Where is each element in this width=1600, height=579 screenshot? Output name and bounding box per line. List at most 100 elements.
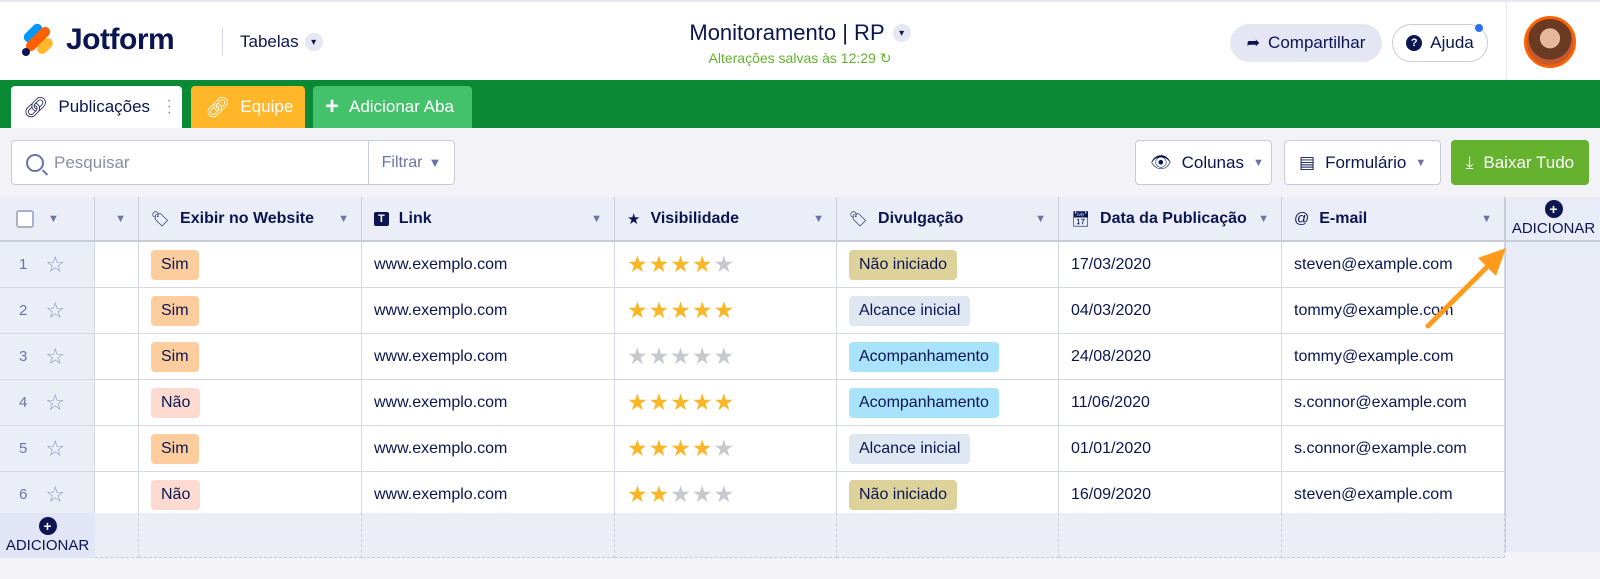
link-cell[interactable]: www.exemplo.com — [362, 288, 615, 334]
star-icon[interactable]: ★ — [670, 481, 692, 507]
empty-cell[interactable] — [1282, 513, 1505, 558]
status-cell[interactable]: Não iniciado — [837, 472, 1059, 518]
star-icon[interactable]: ★ — [692, 481, 714, 507]
star-icon[interactable]: ★ — [692, 251, 714, 277]
add-row-button[interactable]: + ADICIONAR — [0, 513, 95, 558]
star-icon[interactable]: ★ — [670, 251, 692, 277]
star-icon[interactable]: ★ — [714, 481, 736, 507]
empty-cell[interactable] — [615, 513, 837, 558]
table-title[interactable]: Monitoramento | RP ▾ — [689, 20, 911, 46]
star-icon[interactable]: ★ — [649, 251, 671, 277]
form-button[interactable]: ▤ Formulário ▼ — [1284, 140, 1441, 185]
star-icon[interactable]: ★ — [627, 297, 649, 323]
download-all-button[interactable]: ⤓ Baixar Tudo — [1451, 140, 1589, 185]
star-outline-icon[interactable]: ☆ — [45, 390, 65, 416]
add-column-button[interactable]: + ADICIONAR — [1506, 197, 1600, 242]
star-icon[interactable]: ★ — [627, 251, 649, 277]
menu-cell[interactable] — [95, 334, 139, 380]
tab-publicacoes[interactable]: 🔗︎ Publicações · · · — [11, 86, 182, 128]
status-cell[interactable]: Acompanhamento — [837, 380, 1059, 426]
filter-button[interactable]: Filtrar ▼ — [369, 140, 455, 185]
add-tab-button[interactable]: + Adicionar Aba — [313, 86, 472, 128]
star-outline-icon[interactable]: ☆ — [45, 436, 65, 462]
link-cell[interactable]: www.exemplo.com — [362, 380, 615, 426]
help-button[interactable]: ? Ajuda — [1392, 24, 1488, 62]
status-cell[interactable]: Alcance inicial — [837, 288, 1059, 334]
empty-cell[interactable] — [95, 513, 139, 558]
star-icon[interactable]: ★ — [692, 389, 714, 415]
rating-cell[interactable]: ★★★★★ — [615, 242, 837, 288]
rating-cell[interactable]: ★★★★★ — [615, 288, 837, 334]
website-cell[interactable]: Não — [139, 380, 362, 426]
star-icon[interactable]: ★ — [627, 389, 649, 415]
link-cell[interactable]: www.exemplo.com — [362, 334, 615, 380]
status-cell[interactable]: Acompanhamento — [837, 334, 1059, 380]
select-all-checkbox[interactable] — [16, 209, 34, 228]
star-icon[interactable]: ★ — [670, 297, 692, 323]
star-icon[interactable]: ★ — [627, 481, 649, 507]
link-cell[interactable]: www.exemplo.com — [362, 472, 615, 518]
website-cell[interactable]: Sim — [139, 288, 362, 334]
chevron-down-icon[interactable]: ▼ — [48, 213, 59, 225]
star-icon[interactable]: ★ — [714, 343, 736, 369]
star-icon[interactable]: ★ — [692, 435, 714, 461]
star-icon[interactable]: ★ — [670, 389, 692, 415]
star-icon[interactable]: ★ — [692, 297, 714, 323]
empty-cell[interactable] — [1059, 513, 1282, 558]
empty-cell[interactable] — [362, 513, 615, 558]
star-outline-icon[interactable]: ☆ — [45, 298, 65, 324]
star-icon[interactable]: ★ — [714, 435, 736, 461]
rating-cell[interactable]: ★★★★★ — [615, 472, 837, 518]
column-header-status[interactable]: 🏷︎ Divulgação ▼ — [837, 197, 1059, 242]
rating-cell[interactable]: ★★★★★ — [615, 380, 837, 426]
date-cell[interactable]: 01/01/2020 — [1059, 426, 1282, 472]
columns-button[interactable]: 👁︎ Colunas ▼ — [1135, 140, 1272, 185]
column-header-visibility[interactable]: ★ Visibilidade ▼ — [615, 197, 837, 242]
menu-cell[interactable] — [95, 242, 139, 288]
star-outline-icon[interactable]: ☆ — [45, 252, 65, 278]
rating-cell[interactable]: ★★★★★ — [615, 334, 837, 380]
menu-cell[interactable] — [95, 288, 139, 334]
menu-cell[interactable] — [95, 472, 139, 518]
star-icon[interactable]: ★ — [649, 297, 671, 323]
email-cell[interactable]: tommy@example.com — [1282, 334, 1505, 380]
status-cell[interactable]: Não iniciado — [837, 242, 1059, 288]
star-icon[interactable]: ★ — [714, 389, 736, 415]
date-cell[interactable]: 11/06/2020 — [1059, 380, 1282, 426]
star-icon[interactable]: ★ — [627, 343, 649, 369]
email-cell[interactable]: s.connor@example.com — [1282, 426, 1505, 472]
star-icon[interactable]: ★ — [649, 389, 671, 415]
date-cell[interactable]: 17/03/2020 — [1059, 242, 1282, 288]
empty-cell[interactable] — [139, 513, 362, 558]
star-icon[interactable]: ★ — [692, 343, 714, 369]
website-cell[interactable]: Sim — [139, 334, 362, 380]
more-options-icon[interactable]: · · · — [167, 93, 172, 121]
user-avatar[interactable] — [1524, 16, 1576, 68]
menu-cell[interactable] — [95, 380, 139, 426]
column-header-email[interactable]: @ E-mail ▼ — [1282, 197, 1505, 242]
star-icon[interactable]: ★ — [714, 297, 736, 323]
star-icon[interactable]: ★ — [627, 435, 649, 461]
column-header-link[interactable]: T Link ▼ — [362, 197, 615, 242]
star-icon[interactable]: ★ — [670, 343, 692, 369]
star-icon[interactable]: ★ — [670, 435, 692, 461]
star-outline-icon[interactable]: ☆ — [45, 482, 65, 508]
email-cell[interactable]: steven@example.com — [1282, 472, 1505, 518]
tab-equipe[interactable]: 🔗︎ Equipe — [191, 86, 305, 128]
empty-cell[interactable] — [837, 513, 1059, 558]
search-input[interactable] — [54, 152, 334, 173]
column-header-date[interactable]: 📅︎ Data da Publicação ▼ — [1059, 197, 1282, 242]
star-outline-icon[interactable]: ☆ — [45, 344, 65, 370]
website-cell[interactable]: Não — [139, 472, 362, 518]
website-cell[interactable]: Sim — [139, 426, 362, 472]
link-cell[interactable]: www.exemplo.com — [362, 426, 615, 472]
column-menu-cell[interactable]: ▼ — [95, 197, 139, 242]
star-icon[interactable]: ★ — [649, 343, 671, 369]
star-icon[interactable]: ★ — [714, 251, 736, 277]
website-cell[interactable]: Sim — [139, 242, 362, 288]
date-cell[interactable]: 04/03/2020 — [1059, 288, 1282, 334]
column-header-website[interactable]: 🏷︎ Exibir no Website ▼ — [139, 197, 362, 242]
star-icon[interactable]: ★ — [649, 481, 671, 507]
link-cell[interactable]: www.exemplo.com — [362, 242, 615, 288]
date-cell[interactable]: 16/09/2020 — [1059, 472, 1282, 518]
